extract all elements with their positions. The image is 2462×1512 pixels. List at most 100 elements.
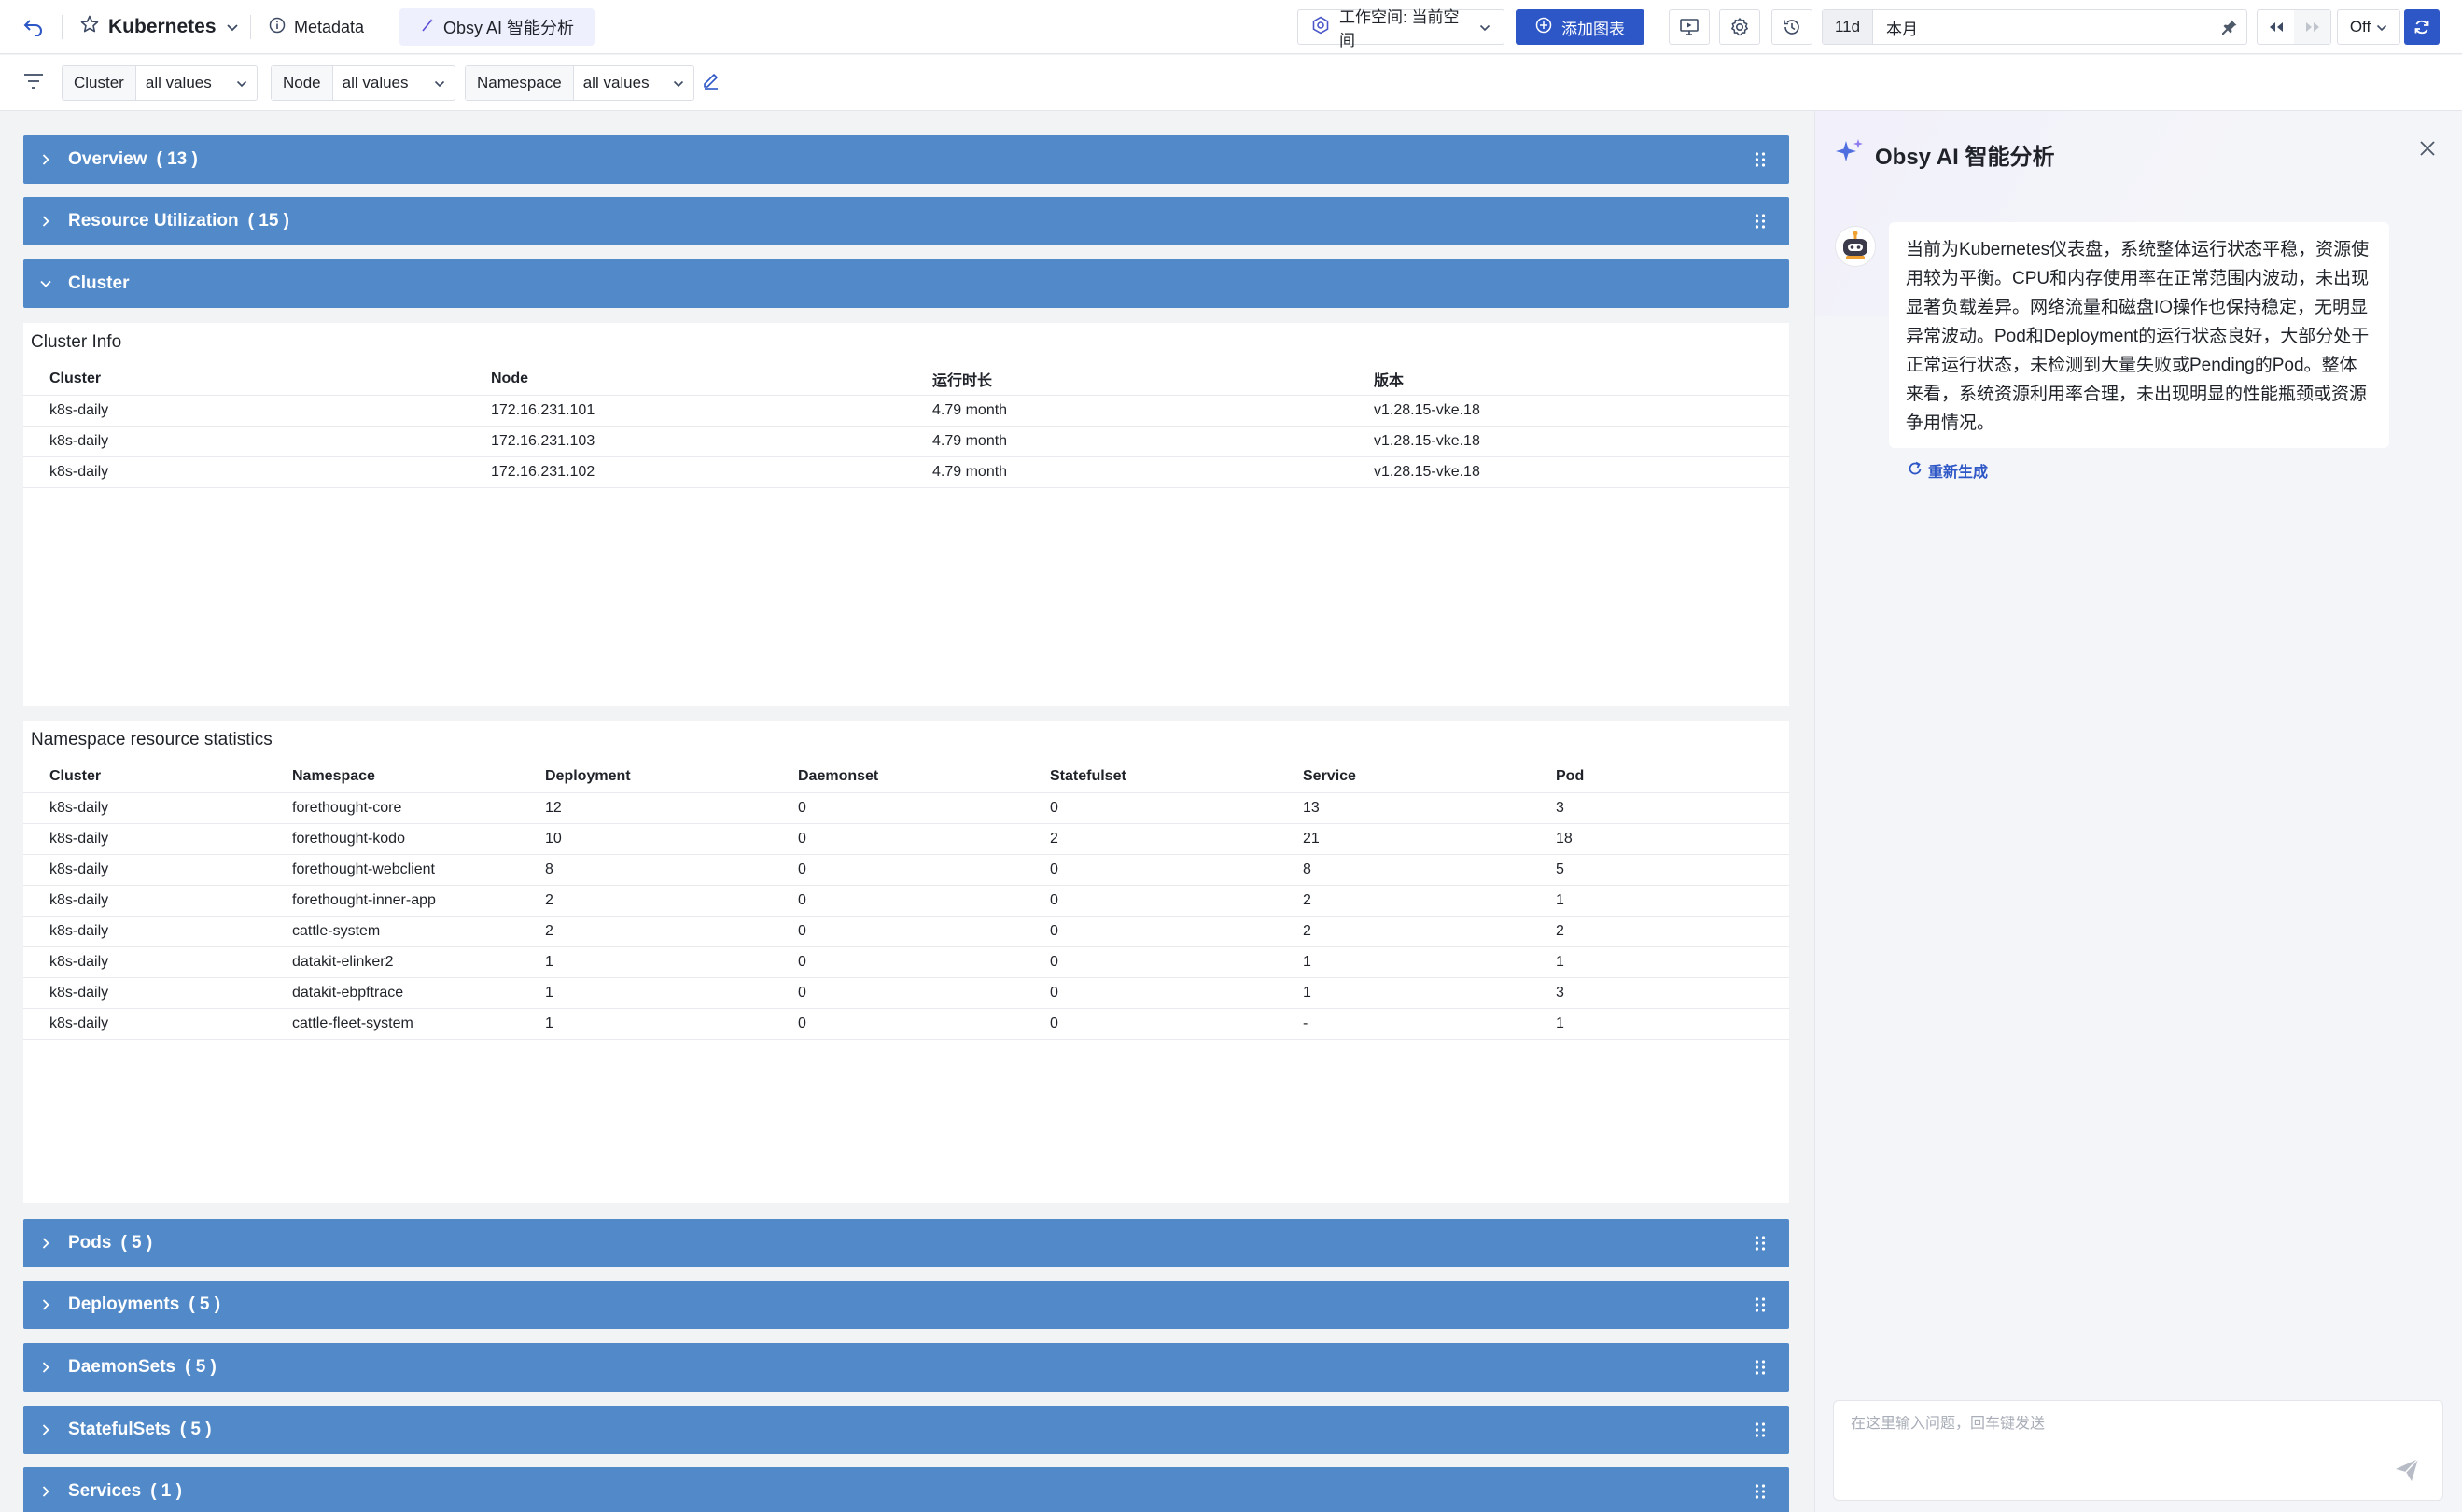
tab-ai-analysis[interactable]: Obsy AI 智能分析 <box>399 8 595 46</box>
column-header[interactable]: Node <box>465 371 906 387</box>
column-header[interactable]: 运行时长 <box>906 368 1348 390</box>
column-header[interactable]: 版本 <box>1348 368 1789 390</box>
regenerate-button[interactable]: 重新生成 <box>1908 459 1988 482</box>
table-row[interactable]: k8s-daily datakit-ebpftrace 1 0 0 1 3 <box>23 978 1789 1009</box>
table-cell: 18 <box>1556 831 1573 847</box>
node-filter-select[interactable]: all values <box>333 66 455 100</box>
ai-question-input[interactable] <box>1851 1416 2373 1433</box>
history-button[interactable] <box>1771 9 1812 45</box>
drag-handle-icon[interactable] <box>1754 1358 1767 1377</box>
filter-label: Node <box>272 66 333 100</box>
namespace-filter[interactable]: Namespace all values <box>465 65 694 101</box>
filter-icon[interactable] <box>22 72 47 94</box>
drag-handle-icon[interactable] <box>1754 1295 1767 1314</box>
table-header: Cluster Namespace Deployment Daemonset S… <box>23 760 1789 793</box>
group-services[interactable]: Services ( 1 ) <box>23 1467 1789 1512</box>
robot-icon <box>1843 231 1867 259</box>
workspace-icon <box>1311 16 1330 39</box>
add-chart-button[interactable]: 添加图表 <box>1516 9 1644 45</box>
drag-handle-icon[interactable] <box>1754 1482 1767 1501</box>
table-cell: 1 <box>545 1015 553 1031</box>
presentation-mode-button[interactable] <box>1669 9 1710 45</box>
back-icon[interactable] <box>19 13 49 41</box>
table-cell: 0 <box>798 892 806 908</box>
column-header[interactable]: Cluster <box>23 768 266 785</box>
group-name: DaemonSets <box>68 1357 176 1377</box>
chevron-down-icon <box>23 279 68 288</box>
table-row[interactable]: k8s-daily cattle-fleet-system 1 0 0 - 1 <box>23 1009 1789 1040</box>
step-back-icon[interactable] <box>2258 10 2294 44</box>
table-row[interactable]: k8s-daily 172.16.231.102 4.79 month v1.2… <box>23 457 1789 488</box>
filter-bar: Cluster all values Node all values Names… <box>0 55 2462 111</box>
group-deployments[interactable]: Deployments ( 5 ) <box>23 1281 1789 1329</box>
ai-question-box <box>1833 1400 2443 1501</box>
drag-handle-icon[interactable] <box>1754 212 1767 231</box>
table-cell: forethought-inner-app <box>292 892 436 908</box>
table-row[interactable]: k8s-daily 172.16.231.103 4.79 month v1.2… <box>23 427 1789 457</box>
info-icon <box>269 17 286 38</box>
time-quick-value[interactable]: 11d <box>1823 10 1873 44</box>
pin-icon[interactable] <box>2213 19 2246 35</box>
cluster-filter[interactable]: Cluster all values <box>62 65 258 101</box>
close-icon[interactable] <box>2417 138 2440 161</box>
refresh-button[interactable] <box>2404 9 2440 45</box>
table-row[interactable]: k8s-daily datakit-elinker2 1 0 0 1 1 <box>23 947 1789 978</box>
history-icon <box>1784 20 1799 35</box>
column-header[interactable]: Pod <box>1530 768 1789 785</box>
star-icon[interactable] <box>80 15 99 39</box>
column-header[interactable]: Statefulset <box>1024 768 1277 785</box>
auto-refresh-select[interactable]: Off <box>2337 9 2400 45</box>
table-cell: 0 <box>798 954 806 970</box>
group-name: Pods <box>68 1233 112 1253</box>
step-forward-icon[interactable] <box>2294 10 2330 44</box>
table-cell: 172.16.231.103 <box>491 433 595 449</box>
time-range-picker[interactable]: 11d 本月 <box>1822 9 2247 45</box>
group-count: ( 5 ) <box>179 1420 212 1439</box>
plus-circle-icon <box>1535 17 1552 38</box>
column-header[interactable]: Daemonset <box>772 768 1024 785</box>
table-cell: 2 <box>1556 923 1564 939</box>
group-count: ( 13 ) <box>156 149 198 169</box>
table-row[interactable]: k8s-daily 172.16.231.101 4.79 month v1.2… <box>23 396 1789 427</box>
group-pods[interactable]: Pods ( 5 ) <box>23 1219 1789 1267</box>
table-row[interactable]: k8s-daily forethought-inner-app 2 0 0 2 … <box>23 886 1789 917</box>
table-row[interactable]: k8s-daily cattle-system 2 0 0 2 2 <box>23 917 1789 947</box>
drag-handle-icon[interactable] <box>1754 150 1767 169</box>
group-overview[interactable]: Overview ( 13 ) <box>23 135 1789 184</box>
namespace-stats-panel: Namespace resource statistics Cluster Na… <box>23 721 1789 1203</box>
namespace-filter-select[interactable]: all values <box>574 66 693 100</box>
column-header[interactable]: Deployment <box>519 768 772 785</box>
cluster-info-table: Cluster Node 运行时长 版本 k8s-daily 172.16.23… <box>23 362 1789 488</box>
drag-handle-icon[interactable] <box>1754 1421 1767 1439</box>
panel-title: Cluster Info <box>31 332 122 352</box>
drag-handle-icon[interactable] <box>1754 1234 1767 1253</box>
column-header[interactable]: Namespace <box>266 768 519 785</box>
group-count: ( 5 ) <box>185 1357 217 1377</box>
group-name: Resource Utilization <box>68 211 239 231</box>
tab-metadata[interactable]: Metadata <box>269 11 364 43</box>
settings-button[interactable] <box>1719 9 1760 45</box>
dashboard-title[interactable]: Kubernetes <box>80 11 239 43</box>
chevron-right-icon <box>23 153 68 166</box>
cluster-filter-select[interactable]: all values <box>136 66 257 100</box>
table-cell: 2 <box>1303 892 1311 908</box>
table-row[interactable]: k8s-daily forethought-kodo 10 0 2 21 18 <box>23 824 1789 855</box>
node-filter[interactable]: Node all values <box>271 65 455 101</box>
send-icon[interactable] <box>2393 1456 2423 1486</box>
table-row[interactable]: k8s-daily forethought-core 12 0 0 13 3 <box>23 793 1789 824</box>
group-daemonsets[interactable]: DaemonSets ( 5 ) <box>23 1343 1789 1392</box>
group-resource-utilization[interactable]: Resource Utilization ( 15 ) <box>23 197 1789 245</box>
namespace-stats-table: Cluster Namespace Deployment Daemonset S… <box>23 760 1789 1040</box>
table-cell: 0 <box>798 923 806 939</box>
group-statefulsets[interactable]: StatefulSets ( 5 ) <box>23 1406 1789 1454</box>
column-header[interactable]: Service <box>1277 768 1530 785</box>
group-cluster[interactable]: Cluster <box>23 259 1789 308</box>
time-range-value[interactable]: 本月 <box>1873 16 2213 39</box>
table-row[interactable]: k8s-daily forethought-webclient 8 0 0 8 … <box>23 855 1789 886</box>
workspace-select[interactable]: 工作空间: 当前空间 <box>1297 8 1504 49</box>
add-chart-label: 添加图表 <box>1561 20 1625 38</box>
chevron-right-icon <box>23 1298 68 1311</box>
column-header[interactable]: Cluster <box>23 371 465 387</box>
table-cell: datakit-elinker2 <box>292 954 394 970</box>
edit-filter-icon[interactable] <box>702 71 722 91</box>
